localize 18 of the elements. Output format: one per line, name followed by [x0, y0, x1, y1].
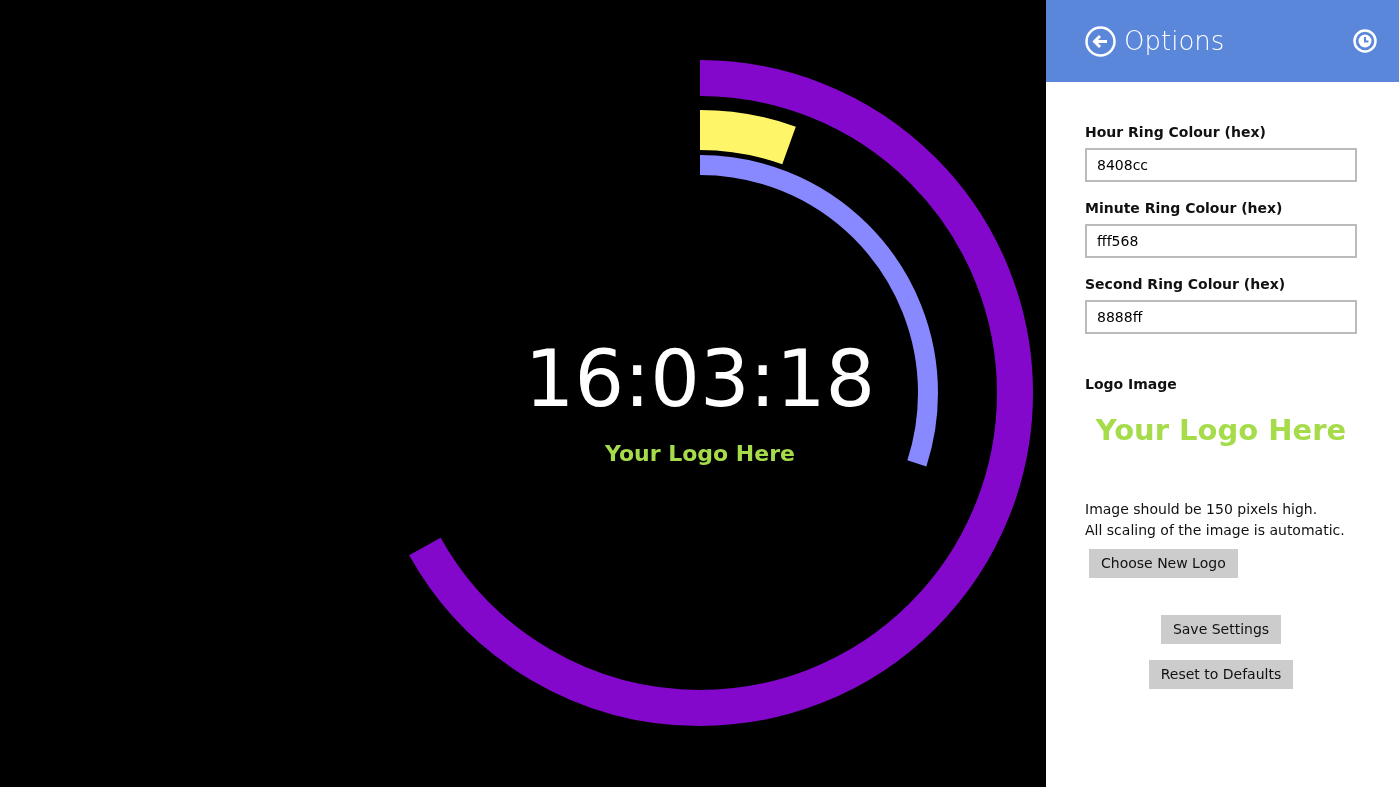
back-icon[interactable]: [1085, 25, 1116, 57]
hex-input-field[interactable]: fff568: [1085, 224, 1357, 258]
section-label: Logo Image: [1085, 375, 1178, 394]
clock-icon[interactable]: [1353, 29, 1377, 53]
choose-logo-button[interactable]: Choose New Logo: [1089, 549, 1238, 578]
hex-input-field[interactable]: 8408cc: [1085, 148, 1357, 182]
save-button[interactable]: Save Settings: [1160, 615, 1282, 644]
page-title: Options: [1124, 24, 1225, 58]
reset-button[interactable]: Reset to Defaults: [1148, 660, 1294, 689]
hint-text: Image should be 150 pixels high.: [1085, 500, 1319, 519]
field-label: Minute Ring Colour (hex): [1085, 199, 1284, 218]
logo-text: Your Logo Here: [1094, 412, 1348, 449]
logo-text: Your Logo Here: [604, 440, 796, 468]
field-label: Hour Ring Colour (hex): [1085, 123, 1267, 142]
clock-time: 16:03:18: [523, 340, 877, 418]
hex-input-field[interactable]: 8888ff: [1085, 300, 1357, 334]
field-label: Second Ring Colour (hex): [1085, 275, 1287, 294]
hint-text: All scaling of the image is automatic.: [1085, 521, 1346, 540]
